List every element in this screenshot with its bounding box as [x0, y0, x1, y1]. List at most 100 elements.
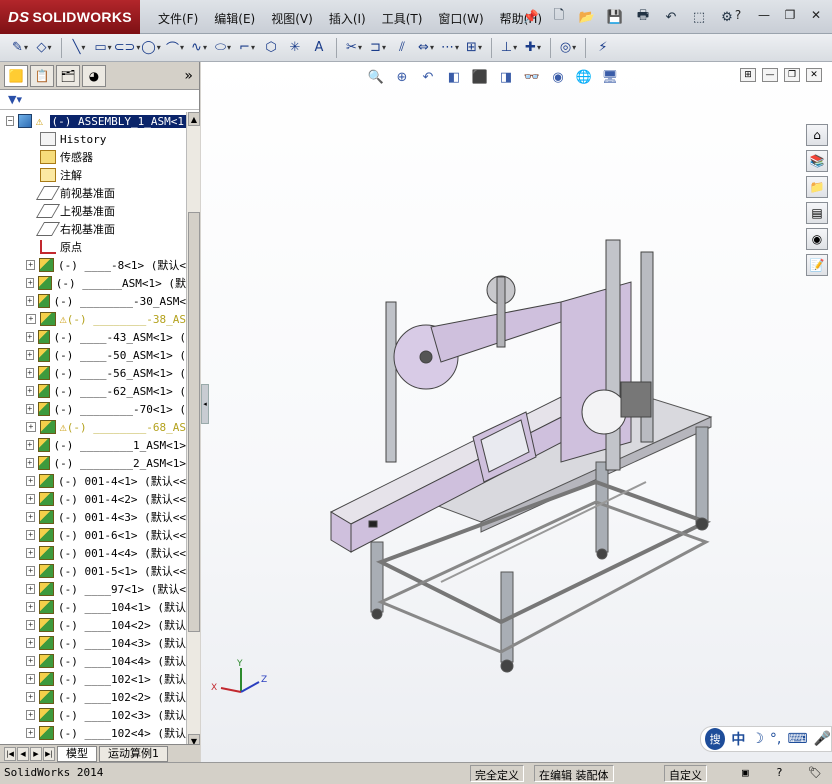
expand-toggle-icon[interactable]: +	[26, 494, 36, 504]
pin-icon[interactable]: 📌	[520, 6, 542, 28]
status-custom-units[interactable]: 自定义	[664, 765, 707, 782]
tree-node[interactable]: + (-) ____104<1> (默认	[0, 598, 186, 616]
text-icon[interactable]: A	[309, 38, 329, 58]
tree-filter[interactable]: ▼▾	[0, 90, 199, 110]
arc-icon[interactable]: ⌒	[165, 38, 185, 58]
appearances-icon[interactable]: ◉	[806, 228, 828, 250]
prev-tab-arrow[interactable]: ◀	[17, 746, 29, 761]
rectangle-icon[interactable]: ▭	[93, 38, 113, 58]
view-palette-icon[interactable]: ▤	[806, 202, 828, 224]
ime-punct-icon[interactable]: °,	[770, 731, 781, 747]
tree-node[interactable]: 传感器	[0, 148, 186, 166]
mirror-entities-icon[interactable]: ⇔	[416, 38, 436, 58]
tree-node[interactable]: + (-) ________1_ASM<1>	[0, 436, 186, 454]
repair-sketch-icon[interactable]: ✚	[523, 38, 543, 58]
menu-file[interactable]: 文件(F)	[150, 8, 206, 29]
expand-toggle-icon[interactable]: +	[26, 476, 36, 486]
open-folder-icon[interactable]: 📂	[576, 6, 598, 28]
scroll-up-arrow[interactable]: ▲	[188, 112, 200, 126]
tree-node[interactable]: + (-) 001-4<3> (默认<<	[0, 508, 186, 526]
feature-manager-tab[interactable]: 🟨	[4, 64, 28, 87]
ime-logo[interactable]: 搜	[705, 728, 726, 750]
rapid-sketch-icon[interactable]: ⚡	[593, 38, 613, 58]
tree-node[interactable]: + (-) ____-43_ASM<1> (	[0, 328, 186, 346]
tree-node[interactable]: + (-) 001-4<4> (默认<<	[0, 544, 186, 562]
trim-entities-icon[interactable]: ✂	[344, 38, 364, 58]
undo-icon[interactable]: ↶	[660, 6, 682, 28]
tree-node[interactable]: + (-) ____-56_ASM<1> (	[0, 364, 186, 382]
design-library-icon[interactable]: 📚	[806, 150, 828, 172]
first-tab-arrow[interactable]: |◀	[4, 746, 16, 761]
expand-toggle-icon[interactable]: +	[26, 332, 34, 342]
expand-toggle-icon[interactable]: +	[26, 458, 34, 468]
tree-node[interactable]: + (-) ________2_ASM<1>	[0, 454, 186, 472]
expand-toggle-icon[interactable]: +	[26, 296, 34, 306]
expand-toggle-icon[interactable]: +	[26, 656, 36, 666]
tree-node[interactable]: + (-) ____102<4> (默认	[0, 724, 186, 742]
home-icon[interactable]: ⌂	[806, 124, 828, 146]
print-icon[interactable]: 🖶	[632, 6, 654, 28]
property-manager-tab[interactable]: 📋	[30, 64, 54, 87]
ime-mode-chinese[interactable]: 中	[731, 729, 745, 749]
tree-node[interactable]: History	[0, 130, 186, 148]
tree-node[interactable]: 上视基准面	[0, 202, 186, 220]
expand-toggle-icon[interactable]: +	[26, 260, 36, 270]
expand-toggle-icon[interactable]: +	[26, 728, 36, 738]
expand-toggle-icon[interactable]: +	[26, 440, 34, 450]
expand-toggle-icon[interactable]: +	[26, 368, 34, 378]
new-document-icon[interactable]: 🗋	[548, 6, 570, 28]
sketch-icon[interactable]: ✎	[10, 38, 30, 58]
display-manager-tab[interactable]: ◕	[82, 64, 106, 87]
expand-toggle-icon[interactable]: +	[26, 314, 36, 324]
file-explorer-icon[interactable]: 📁	[806, 176, 828, 198]
tree-root-node[interactable]: − ⚠ (-) ASSEMBLY_1_ASM<1	[0, 112, 186, 130]
tree-node[interactable]: + (-) ________-30_ASM<	[0, 292, 186, 310]
tree-node[interactable]: 原点	[0, 238, 186, 256]
tree-node[interactable]: 前视基准面	[0, 184, 186, 202]
fillet-icon[interactable]: ⌐	[237, 38, 257, 58]
tree-node[interactable]: 右视基准面	[0, 220, 186, 238]
minimize-button[interactable]: —	[754, 6, 774, 24]
spline-icon[interactable]: ∿	[189, 38, 209, 58]
point-icon[interactable]: ✳	[285, 38, 305, 58]
tree-scrollbar[interactable]: ▲ ▼	[186, 112, 200, 748]
tree-node[interactable]: + (-) ____104<4> (默认	[0, 652, 186, 670]
expand-toggle-icon[interactable]: +	[26, 692, 36, 702]
assembly-model-view[interactable]: Y X Z	[201, 62, 832, 762]
tree-node[interactable]: 注解	[0, 166, 186, 184]
menu-insert[interactable]: 插入(I)	[321, 8, 374, 29]
convert-entities-icon[interactable]: ⊐	[368, 38, 388, 58]
polygon-icon[interactable]: ⬡	[261, 38, 281, 58]
select-icon[interactable]: ⬚	[688, 6, 710, 28]
offset-entities-icon[interactable]: ⫽	[392, 38, 412, 58]
menu-window[interactable]: 窗口(W)	[430, 8, 491, 29]
tree-node[interactable]: + (-) 001-5<1> (默认<<	[0, 562, 186, 580]
expand-toggle-icon[interactable]: +	[26, 278, 35, 288]
tree-node[interactable]: + (-) ____-8<1> (默认<	[0, 256, 186, 274]
menu-edit[interactable]: 编辑(E)	[206, 8, 263, 29]
ime-keyboard-icon[interactable]: ⌨	[787, 731, 807, 747]
close-button[interactable]: ✕	[806, 6, 826, 24]
tree-node[interactable]: + (-) ________-70<1> (	[0, 400, 186, 418]
slot-icon[interactable]: ⊂⊃	[114, 38, 137, 58]
tree-node[interactable]: + (-) 001-6<1> (默认<<	[0, 526, 186, 544]
ime-toolbar[interactable]: 搜 中 ☽ °, ⌨ 🎤	[700, 726, 832, 752]
expand-toggle-icon[interactable]: +	[26, 548, 36, 558]
scroll-thumb[interactable]	[188, 212, 200, 632]
expand-panel-icon[interactable]: »	[184, 68, 193, 84]
move-entities-icon[interactable]: ⊞	[464, 38, 484, 58]
filter-icon[interactable]: ▼▾	[8, 93, 22, 106]
tree-node[interactable]: + (-) ____-62_ASM<1> (	[0, 382, 186, 400]
menu-view[interactable]: 视图(V)	[263, 8, 321, 29]
configuration-manager-tab[interactable]: 🗂	[56, 64, 80, 87]
status-help-icon[interactable]: ?	[776, 766, 790, 780]
tree-node[interactable]: + (-) ____102<3> (默认	[0, 706, 186, 724]
restore-button[interactable]: ❐	[780, 6, 800, 24]
expand-toggle-icon[interactable]: +	[26, 386, 34, 396]
graphics-area[interactable]: ◂ 🔍 ⊕ ↶ ◧ ⬛ ◨ 👓 ◉ 🌐 🖥 ⊞ — ❐ ✕ Y X Z ⌂ 📚 …	[201, 62, 832, 762]
linear-pattern-icon[interactable]: ⋯	[440, 38, 460, 58]
tab-motion-study[interactable]: 运动算例1	[99, 745, 168, 762]
tree-node[interactable]: + (-) ____104<2> (默认	[0, 616, 186, 634]
expand-toggle-icon[interactable]: +	[26, 602, 36, 612]
expand-toggle-icon[interactable]: +	[26, 674, 36, 684]
